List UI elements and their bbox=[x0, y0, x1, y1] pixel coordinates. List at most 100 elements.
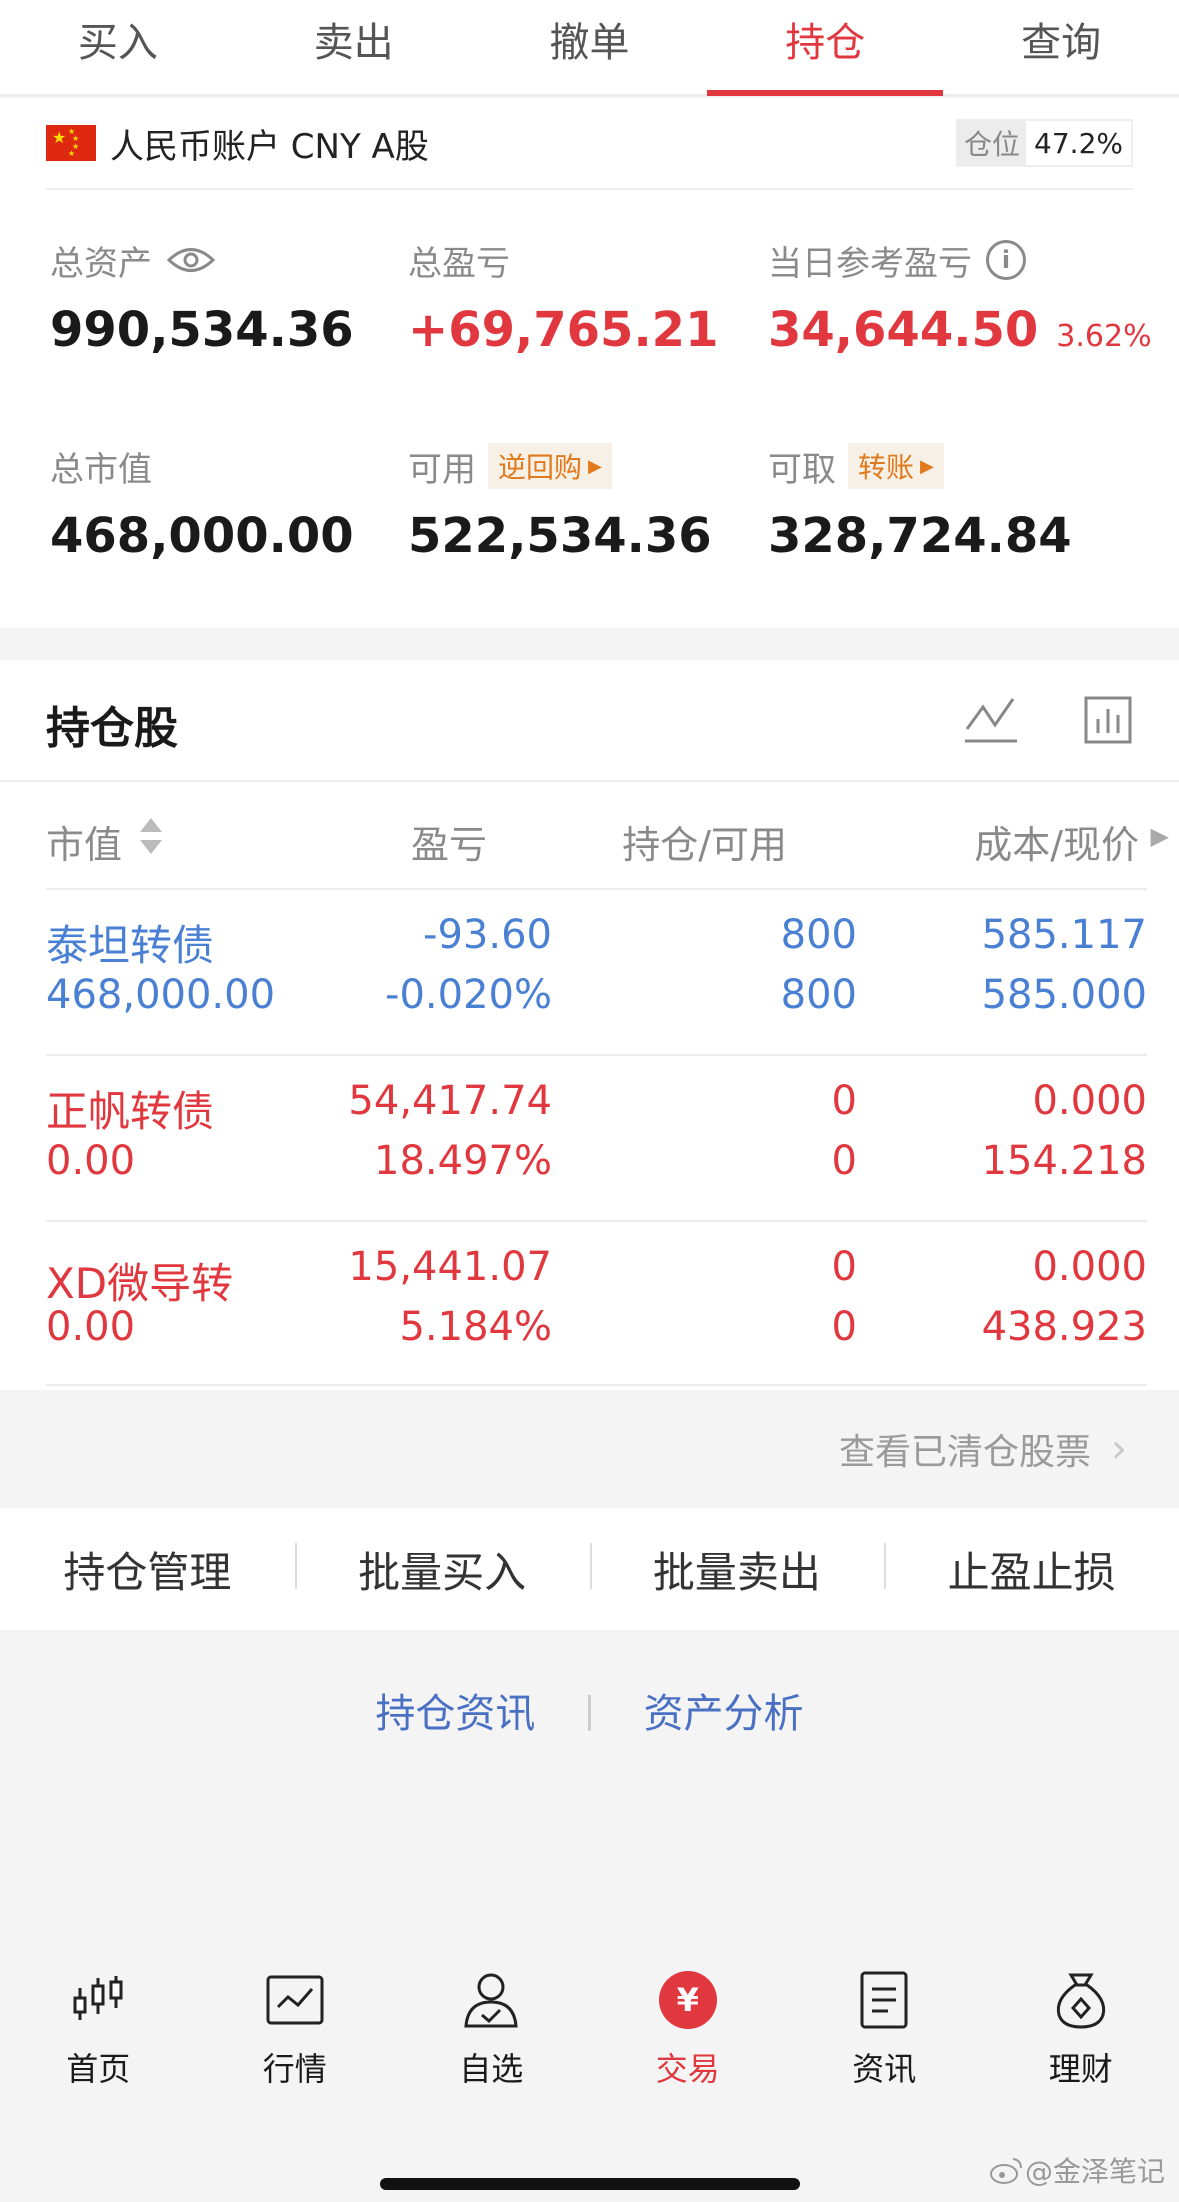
yen-icon: ¥ bbox=[658, 1971, 717, 2029]
market-value-value: 468,000.00 bbox=[50, 508, 354, 564]
holding-position: 0 bbox=[831, 1078, 857, 1124]
withdrawable-label: 可取 bbox=[768, 449, 836, 490]
nav-watchlist[interactable]: 自选 bbox=[393, 1970, 590, 2130]
chart-icon bbox=[266, 1975, 324, 2025]
holding-market-value: 0.00 bbox=[46, 1138, 136, 1184]
nav-market[interactable]: 行情 bbox=[197, 1970, 394, 2130]
manage-holdings-button[interactable]: 持仓管理 bbox=[0, 1539, 295, 1600]
take-profit-stop-loss-button[interactable]: 止盈止损 bbox=[884, 1539, 1179, 1600]
info-links: 持仓资讯 | 资产分析 bbox=[0, 1680, 1179, 1740]
asset-analysis-link[interactable]: 资产分析 bbox=[644, 1681, 804, 1739]
market-value: 总市值 468,000.00 bbox=[50, 442, 354, 565]
tab-query[interactable]: 查询 bbox=[943, 0, 1179, 94]
nav-watchlist-label: 自选 bbox=[459, 2050, 524, 2088]
bar-chart-icon[interactable] bbox=[1083, 695, 1133, 745]
page: 买入 卖出 撤单 持仓 查询 ★ ★ ★ ★ ★ 人民币账户 CNY A股 仓位… bbox=[0, 0, 1179, 2202]
holding-pl: 54,417.74 bbox=[348, 1078, 552, 1124]
nav-home[interactable]: 首页 bbox=[0, 1970, 197, 2130]
holding-price: 585.000 bbox=[981, 972, 1147, 1018]
holding-row[interactable]: 泰坦转债 468,000.00 -93.60 -0.020% 800 800 5… bbox=[46, 888, 1147, 1054]
position-value: 47.2% bbox=[1034, 126, 1123, 160]
holding-cost: 0.000 bbox=[1032, 1078, 1147, 1124]
holding-position: 800 bbox=[780, 912, 857, 958]
watermark: @金泽笔记 bbox=[989, 2150, 1165, 2190]
holding-pl-pct: 18.497% bbox=[374, 1138, 552, 1184]
tab-holdings[interactable]: 持仓 bbox=[707, 0, 943, 96]
holding-market-value: 0.00 bbox=[46, 1304, 136, 1350]
daily-pl-label: 当日参考盈亏 bbox=[768, 243, 972, 284]
tab-buy[interactable]: 买入 bbox=[0, 0, 236, 94]
holdings-column-headers: 市值 盈亏 持仓/可用 成本/现价 ▶ bbox=[46, 782, 1179, 888]
nav-market-label: 行情 bbox=[262, 2050, 327, 2088]
triangle-right-icon: ▶ bbox=[920, 455, 934, 477]
document-icon bbox=[860, 1971, 908, 2029]
cleared-stocks-label: 查看已清仓股票 bbox=[838, 1432, 1091, 1473]
watermark-text: @金泽笔记 bbox=[1024, 2155, 1165, 2188]
available-label: 可用 bbox=[408, 449, 476, 490]
account-selector[interactable]: ★ ★ ★ ★ ★ 人民币账户 CNY A股 仓位 47.2% bbox=[46, 98, 1133, 190]
holdings-action-bar: 持仓管理 批量买入 批量卖出 止盈止损 bbox=[0, 1508, 1179, 1630]
holding-row[interactable]: XD微导转 0.00 15,441.07 5.184% 0 0 0.000 43… bbox=[46, 1220, 1147, 1386]
available-value: 522,534.36 bbox=[408, 508, 712, 564]
nav-news-label: 资讯 bbox=[852, 2050, 917, 2088]
daily-pl-pct: 3.62% bbox=[1056, 319, 1152, 354]
link-separator: | bbox=[583, 1689, 596, 1731]
holdings-table: 泰坦转债 468,000.00 -93.60 -0.020% 800 800 5… bbox=[46, 888, 1147, 1386]
holding-cost: 585.117 bbox=[981, 912, 1147, 958]
nav-trade[interactable]: ¥ 交易 bbox=[590, 1970, 787, 2130]
holdings-panel: 持仓股 市值 盈亏 持仓/可用 成本/现价 ▶ 泰坦转债 468,000.00 … bbox=[0, 660, 1179, 1390]
holding-available: 800 bbox=[780, 972, 857, 1018]
home-indicator[interactable] bbox=[380, 2178, 800, 2190]
info-icon[interactable]: i bbox=[986, 240, 1026, 280]
holding-market-value: 468,000.00 bbox=[46, 972, 276, 1018]
position-label: 仓位 bbox=[958, 121, 1027, 165]
reverse-repo-label: 逆回购 bbox=[498, 451, 583, 484]
total-pl-value: +69,765.21 bbox=[408, 302, 719, 358]
nav-news[interactable]: 资讯 bbox=[786, 1970, 983, 2130]
holding-pl-pct: 5.184% bbox=[399, 1304, 552, 1350]
line-chart-icon[interactable] bbox=[963, 695, 1019, 745]
holdings-title: 持仓股 bbox=[46, 703, 178, 754]
holding-available: 0 bbox=[831, 1304, 857, 1350]
triangle-right-icon: ▶ bbox=[588, 455, 602, 477]
reverse-repo-button[interactable]: 逆回购 ▶ bbox=[488, 443, 612, 489]
total-assets-label: 总资产 bbox=[50, 243, 152, 284]
daily-pl-value: 34,644.50 bbox=[768, 302, 1039, 358]
holding-pl: -93.60 bbox=[423, 912, 552, 958]
holding-cost: 0.000 bbox=[1032, 1244, 1147, 1290]
holding-pl: 15,441.07 bbox=[348, 1244, 552, 1290]
holding-name: XD微导转 bbox=[46, 1259, 234, 1308]
china-flag-icon: ★ ★ ★ ★ ★ bbox=[46, 125, 96, 161]
batch-buy-button[interactable]: 批量买入 bbox=[294, 1539, 590, 1600]
available-funds: 可用 逆回购 ▶ 522,534.36 bbox=[408, 442, 712, 564]
col-market-value[interactable]: 市值 bbox=[46, 814, 122, 869]
holding-row[interactable]: 正帆转债 0.00 54,417.74 18.497% 0 0 0.000 15… bbox=[46, 1054, 1147, 1220]
total-assets: 总资产 990,534.36 bbox=[50, 236, 354, 359]
total-assets-value: 990,534.36 bbox=[50, 302, 354, 358]
position-ratio-badge: 仓位 47.2% bbox=[956, 119, 1133, 167]
bottom-nav: 首页 行情 自选 ¥ 交易 资讯 理财 bbox=[0, 1970, 1179, 2130]
daily-pl-row: 34,644.50 3.62% bbox=[768, 302, 1152, 358]
market-value-label: 总市值 bbox=[50, 449, 152, 490]
transfer-button[interactable]: 转账 ▶ bbox=[848, 443, 944, 489]
transfer-label: 转账 bbox=[858, 451, 915, 484]
tab-sell[interactable]: 卖出 bbox=[236, 0, 472, 94]
nav-trade-label: 交易 bbox=[655, 2050, 720, 2088]
eye-icon[interactable] bbox=[166, 245, 216, 275]
candlestick-icon bbox=[73, 1976, 123, 2020]
nav-wealth[interactable]: 理财 bbox=[983, 1970, 1179, 2130]
money-bag-icon bbox=[1056, 1973, 1105, 2029]
holding-price: 154.218 bbox=[981, 1138, 1147, 1184]
holding-name: 泰坦转债 bbox=[46, 921, 215, 970]
weibo-logo-icon bbox=[989, 2158, 1022, 2184]
total-pl: 总盈亏 +69,765.21 bbox=[408, 236, 719, 359]
tab-cancel[interactable]: 撤单 bbox=[472, 0, 708, 94]
account-summary: ★ ★ ★ ★ ★ 人民币账户 CNY A股 仓位 47.2% 总资产 990,… bbox=[0, 98, 1179, 628]
triangle-right-icon[interactable]: ▶ bbox=[1151, 822, 1169, 850]
sort-icon[interactable] bbox=[138, 816, 164, 856]
total-pl-label: 总盈亏 bbox=[408, 243, 510, 284]
cleared-stocks-link[interactable]: 查看已清仓股票 › bbox=[0, 1390, 1179, 1508]
holding-pl-pct: -0.020% bbox=[385, 972, 552, 1018]
batch-sell-button[interactable]: 批量卖出 bbox=[589, 1539, 885, 1600]
holdings-news-link[interactable]: 持仓资讯 bbox=[375, 1681, 535, 1739]
